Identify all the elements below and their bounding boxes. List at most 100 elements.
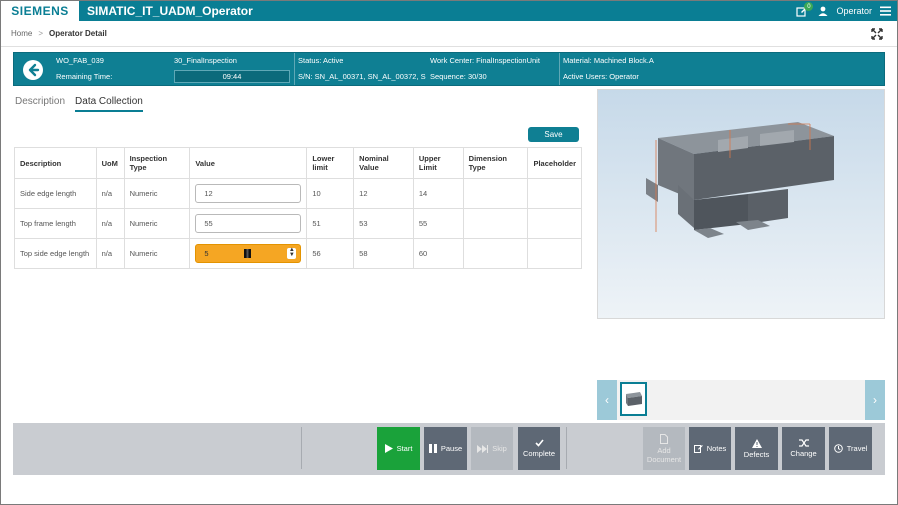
cell-nominal-value: 12 xyxy=(353,178,414,209)
breadcrumb-current: Operator Detail xyxy=(49,29,107,38)
add-document-label: Add Document xyxy=(646,445,682,464)
value-input[interactable]: 12 xyxy=(195,184,302,203)
save-button[interactable]: Save xyxy=(528,127,579,142)
operation-name: 30_FinalInspection xyxy=(174,56,237,65)
part-image-viewer[interactable] xyxy=(597,89,885,319)
breadcrumb-home[interactable]: Home xyxy=(11,29,32,38)
skip-forward-icon xyxy=(477,444,489,453)
pause-icon xyxy=(428,444,437,453)
notifications-button[interactable]: 0 xyxy=(794,2,814,19)
notes-label: Notes xyxy=(706,444,727,453)
cell-dimension-type xyxy=(462,178,529,209)
column-header: Dimension Type xyxy=(462,147,529,179)
breadcrumb: Home > Operator Detail xyxy=(1,21,897,47)
top-right-area: 0 Operator xyxy=(794,1,891,21)
value-input[interactable]: 55 xyxy=(195,214,302,233)
complete-button[interactable]: Complete xyxy=(518,427,560,470)
change-label: Change xyxy=(790,449,817,458)
app-title: SIMATIC_IT_UADM_Operator xyxy=(87,4,253,18)
cell-value: 55 xyxy=(189,208,308,239)
document-add-icon xyxy=(660,433,668,444)
cell-dimension-type xyxy=(462,238,529,269)
cell-lower-limit: 10 xyxy=(306,178,355,209)
skip-label: Skip xyxy=(492,444,507,453)
defects-button[interactable]: Defects xyxy=(735,427,778,470)
cell-uom: n/a xyxy=(95,178,125,209)
column-header: Lower limit xyxy=(306,147,355,179)
header-divider xyxy=(559,53,560,85)
cell-inspection-type: Numeric xyxy=(123,208,191,239)
notification-badge: 0 xyxy=(804,2,814,11)
pause-button[interactable]: Pause xyxy=(424,427,467,470)
user-name[interactable]: Operator xyxy=(836,6,872,16)
table-row: Side edge length n/a Numeric 12 10 12 14 xyxy=(14,178,582,209)
number-stepper-icon[interactable]: ▲ ▼ xyxy=(287,247,297,259)
clock-icon xyxy=(833,444,843,453)
pause-label: Pause xyxy=(440,444,463,453)
checkmark-icon xyxy=(534,439,544,447)
notes-button[interactable]: Notes xyxy=(689,427,731,470)
cell-value: 5 ▲ ▼ xyxy=(189,238,308,269)
table-row: Top side edge length n/a Numeric 5 ▲ ▼ 56… xyxy=(14,238,582,269)
sequence: Sequence: 30/30 xyxy=(430,72,487,81)
column-header: Inspection Type xyxy=(123,147,191,179)
chevron-right-icon[interactable]: › xyxy=(865,380,885,420)
serial-numbers: S/N: SN_AL_00371, SN_AL_00372, SN xyxy=(298,72,426,81)
back-arrow-icon[interactable] xyxy=(22,59,44,81)
image-thumbnail[interactable] xyxy=(620,382,647,416)
cell-nominal-value: 53 xyxy=(353,208,414,239)
chevron-left-icon[interactable]: ‹ xyxy=(597,380,617,420)
cell-upper-limit: 55 xyxy=(412,208,464,239)
defects-label: Defects xyxy=(743,449,770,459)
cell-lower-limit: 51 xyxy=(306,208,355,239)
cell-placeholder xyxy=(527,208,582,239)
cell-inspection-type: Numeric xyxy=(123,178,191,209)
cell-uom: n/a xyxy=(95,208,125,239)
block-thumbnail-icon xyxy=(626,392,642,406)
data-collection-table: Description UoM Inspection Type Value Lo… xyxy=(14,147,582,269)
user-icon xyxy=(818,6,828,16)
cell-uom: n/a xyxy=(95,238,125,269)
cell-placeholder xyxy=(527,178,582,209)
column-header: UoM xyxy=(95,147,125,179)
cell-description: Top side edge length xyxy=(14,238,97,269)
cell-dimension-type xyxy=(462,208,529,239)
cell-inspection-type: Numeric xyxy=(123,238,191,269)
start-button[interactable]: Start xyxy=(377,427,420,470)
add-document-button[interactable]: Add Document xyxy=(643,427,685,470)
status-text: Status: Active xyxy=(298,56,344,65)
travel-button[interactable]: Travel xyxy=(829,427,872,470)
machined-block-image xyxy=(646,122,834,238)
value-input-text: 5 xyxy=(204,249,209,258)
value-input-active[interactable]: 5 ▲ ▼ xyxy=(195,244,302,263)
play-icon xyxy=(384,444,393,453)
top-bar: SIEMENS SIMATIC_IT_UADM_Operator 0 Opera… xyxy=(1,1,897,21)
skip-button[interactable]: Skip xyxy=(471,427,513,470)
work-order: WO_FAB_039 xyxy=(56,56,104,65)
column-header: Placeholder xyxy=(527,147,582,179)
column-header: Upper Limit xyxy=(412,147,464,179)
change-button[interactable]: Change xyxy=(782,427,825,470)
column-header: Description xyxy=(14,147,97,179)
breadcrumb-separator: > xyxy=(38,29,44,38)
cell-description: Top frame length xyxy=(14,208,97,239)
shuffle-icon xyxy=(798,439,809,447)
column-header: Value xyxy=(189,147,308,179)
cell-upper-limit: 14 xyxy=(412,178,464,209)
work-center: Work Center: FinalInspectionUnit xyxy=(430,56,540,65)
hamburger-menu-icon[interactable] xyxy=(880,6,891,16)
column-header: Nominal Value xyxy=(353,147,414,179)
tab-data-collection[interactable]: Data Collection xyxy=(75,96,143,112)
warning-triangle-icon xyxy=(751,438,762,448)
cell-value: 12 xyxy=(189,178,308,209)
tab-description[interactable]: Description xyxy=(15,96,65,112)
app-window: SIEMENS SIMATIC_IT_UADM_Operator 0 Opera… xyxy=(0,0,898,505)
notes-pencil-icon xyxy=(693,445,703,453)
remaining-time-value: 09:44 xyxy=(174,70,290,83)
table-row: Top frame length n/a Numeric 55 51 53 55 xyxy=(14,208,582,239)
fullscreen-icon[interactable] xyxy=(871,28,883,40)
table-header-row: Description UoM Inspection Type Value Lo… xyxy=(14,147,582,179)
operation-header: WO_FAB_039 30_FinalInspection Remaining … xyxy=(13,52,885,86)
text-cursor-icon xyxy=(244,249,252,258)
cell-description: Side edge length xyxy=(14,178,97,209)
